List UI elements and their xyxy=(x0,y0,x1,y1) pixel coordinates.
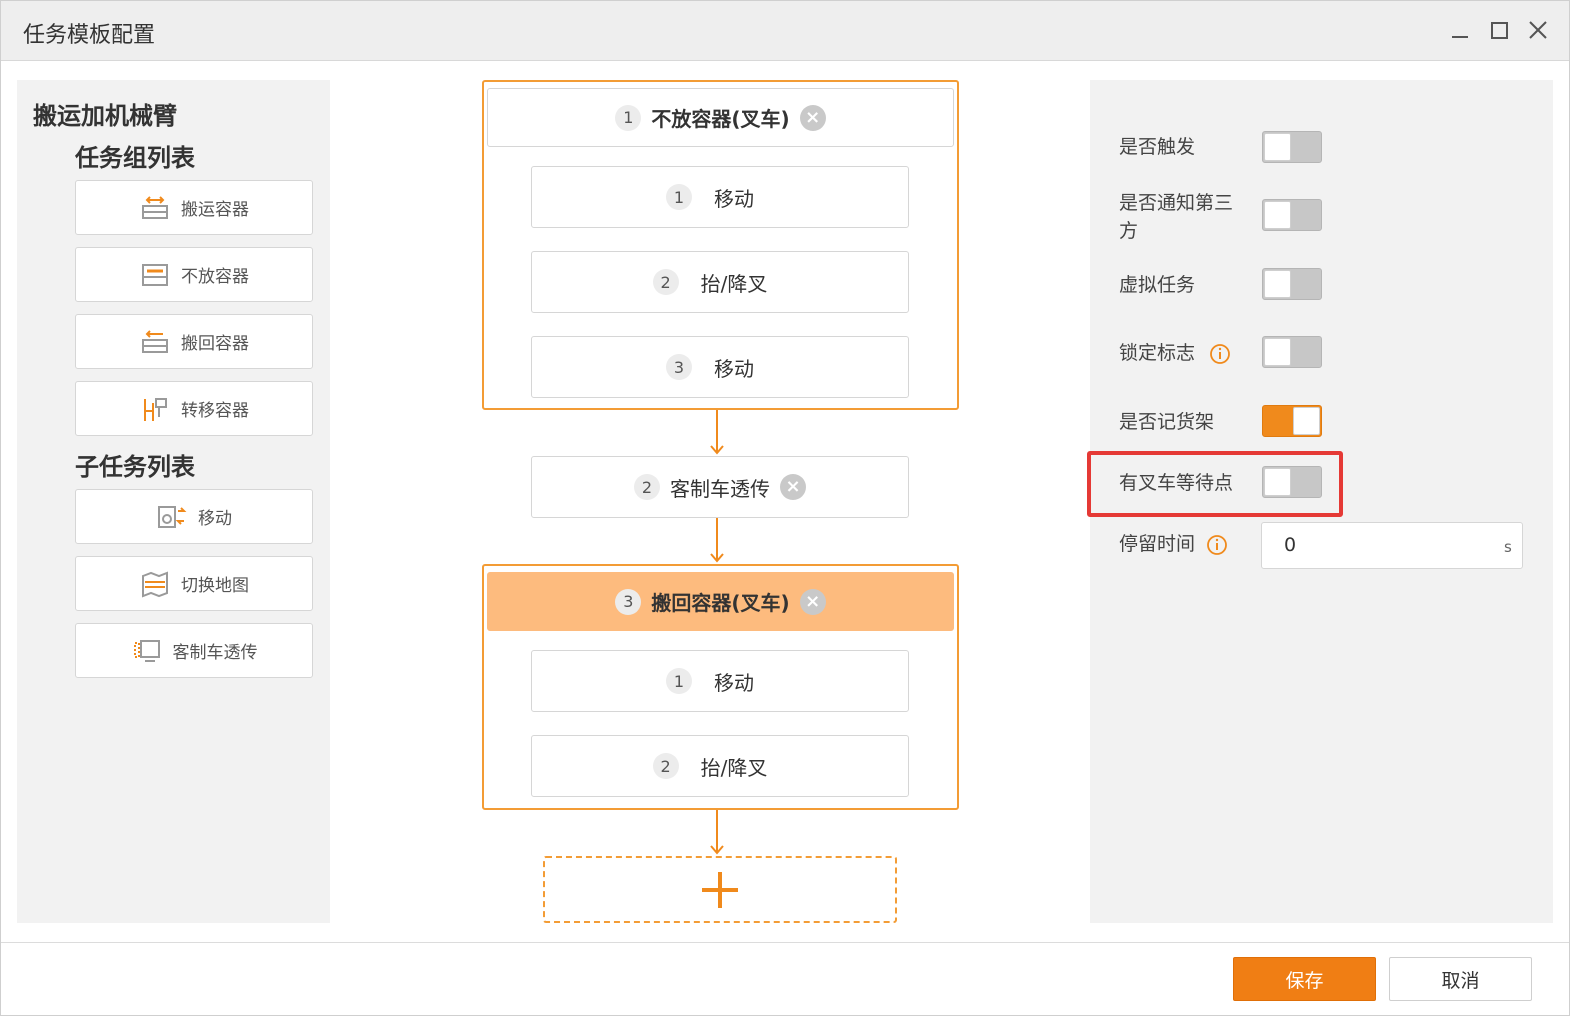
window-title: 任务模板配置 xyxy=(23,23,156,48)
toggle-knob xyxy=(1264,270,1291,298)
task-group-header[interactable]: 1 不放容器(叉车) × xyxy=(487,88,954,147)
cancel-button[interactable]: 取消 xyxy=(1389,957,1532,1001)
properties-panel: 是否触发 是否通知第三 方 虚拟任务 锁定标志 是否记货架 有叉车等待点 停留时… xyxy=(1087,80,1553,923)
flow-arrow xyxy=(710,518,724,563)
step-1-2[interactable]: 2 抬/降叉 xyxy=(531,251,909,313)
step-label: 移动 xyxy=(714,356,754,381)
task-group-header[interactable]: 3 搬回容器(叉车) × xyxy=(487,572,954,631)
subtask-label: 客制车透传 xyxy=(172,643,258,663)
step-3-2[interactable]: 2 抬/降叉 xyxy=(531,735,909,797)
step-label: 移动 xyxy=(714,186,754,211)
remove-icon[interactable]: × xyxy=(799,588,826,615)
step-number: 2 xyxy=(634,474,660,500)
step-number: 1 xyxy=(666,184,692,210)
forklift-wait-point-toggle[interactable] xyxy=(1262,466,1322,498)
custom-vehicle-passthrough-icon xyxy=(133,639,160,662)
step-number: 2 xyxy=(652,269,679,295)
footer-divider xyxy=(1,942,1569,943)
lock-flag-label: 锁定标志 xyxy=(1119,342,1196,364)
template-name: 搬运加机械臂 xyxy=(33,102,177,130)
dwell-time-unit: s xyxy=(1504,538,1512,556)
notify-third-party-label-line2: 方 xyxy=(1119,220,1139,242)
step-label: 抬/降叉 xyxy=(700,755,768,780)
toggle-knob xyxy=(1264,468,1291,496)
subtask-move[interactable]: 移动 xyxy=(75,489,313,544)
task-group-label: 不放容器 xyxy=(181,267,249,287)
trigger-label: 是否触发 xyxy=(1119,136,1196,158)
toggle-knob xyxy=(1293,407,1320,435)
close-icon[interactable] xyxy=(1523,15,1553,45)
subtask-custom-vehicle-passthrough[interactable]: 客制车透传 xyxy=(75,623,313,678)
remove-icon[interactable]: × xyxy=(780,474,806,500)
toggle-knob xyxy=(1264,338,1291,366)
switch-map-icon xyxy=(142,571,168,597)
task-group-title: 不放容器(叉车) xyxy=(651,107,790,131)
task-group-carry-container[interactable]: 搬运容器 xyxy=(75,180,313,235)
info-icon[interactable] xyxy=(1206,534,1228,556)
subtask-switch-map[interactable]: 切换地图 xyxy=(75,556,313,611)
move-icon xyxy=(158,505,187,528)
step-label: 移动 xyxy=(714,670,754,695)
lock-flag-toggle[interactable] xyxy=(1262,336,1322,368)
task-group-label: 转移容器 xyxy=(181,401,249,421)
notify-third-party-label-line1: 是否通知第三 xyxy=(1119,192,1234,214)
remove-icon[interactable]: × xyxy=(799,104,826,131)
toggle-knob xyxy=(1264,201,1291,229)
save-button[interactable]: 保存 xyxy=(1233,957,1376,1001)
virtual-task-label: 虚拟任务 xyxy=(1119,274,1196,296)
task-2[interactable]: 2 客制车透传 × xyxy=(531,456,909,518)
step-label: 抬/降叉 xyxy=(700,271,768,296)
toggle-knob xyxy=(1264,133,1291,161)
subtask-list-title: 子任务列表 xyxy=(75,453,195,481)
virtual-task-toggle[interactable] xyxy=(1262,268,1322,300)
task-template-dialog: 任务模板配置 搬运加机械臂 任务组列表 搬运容器 不放容器 搬回容器 转移容器 xyxy=(0,0,1570,1016)
step-number: 1 xyxy=(615,104,642,131)
step-number: 2 xyxy=(652,753,679,779)
task-group-label: 搬回容器 xyxy=(181,334,249,354)
no-drop-container-icon xyxy=(142,263,168,286)
dwell-time-label: 停留时间 xyxy=(1119,533,1196,555)
title-bar: 任务模板配置 xyxy=(1,1,1569,61)
step-number: 3 xyxy=(666,354,692,380)
trigger-toggle[interactable] xyxy=(1262,131,1322,163)
add-task-button[interactable] xyxy=(543,856,897,923)
plus-icon xyxy=(702,871,738,908)
record-shelf-label: 是否记货架 xyxy=(1119,411,1215,433)
palette-panel: 搬运加机械臂 任务组列表 搬运容器 不放容器 搬回容器 转移容器 子任务列表 移… xyxy=(17,80,330,923)
step-3-1[interactable]: 1 移动 xyxy=(531,650,909,712)
task-title: 客制车透传 xyxy=(670,476,770,501)
task-group-return-container[interactable]: 搬回容器 xyxy=(75,314,313,369)
transfer-container-icon xyxy=(144,397,167,421)
record-shelf-toggle[interactable] xyxy=(1262,405,1322,437)
flow-arrow xyxy=(710,410,724,455)
subtask-label: 移动 xyxy=(198,509,232,529)
return-container-icon xyxy=(142,329,168,353)
task-group-label: 搬运容器 xyxy=(181,200,249,220)
notify-third-party-toggle[interactable] xyxy=(1262,199,1322,231)
flow-arrow xyxy=(710,810,724,855)
forklift-wait-point-label: 有叉车等待点 xyxy=(1119,472,1234,494)
subtask-label: 切换地图 xyxy=(181,576,249,596)
step-1-3[interactable]: 3 移动 xyxy=(531,336,909,398)
step-number: 1 xyxy=(666,668,692,694)
task-group-list-title: 任务组列表 xyxy=(75,144,195,172)
task-group-title: 搬回容器(叉车) xyxy=(651,591,790,615)
task-group-no-drop-container[interactable]: 不放容器 xyxy=(75,247,313,302)
step-1-1[interactable]: 1 移动 xyxy=(531,166,909,228)
info-icon[interactable] xyxy=(1209,343,1231,365)
task-group-transfer-container[interactable]: 转移容器 xyxy=(75,381,313,436)
dwell-time-input[interactable]: 0 xyxy=(1261,522,1523,569)
maximize-icon[interactable] xyxy=(1485,15,1515,45)
minimize-icon[interactable] xyxy=(1445,15,1475,45)
step-number: 3 xyxy=(615,588,642,615)
carry-container-icon xyxy=(142,195,168,219)
